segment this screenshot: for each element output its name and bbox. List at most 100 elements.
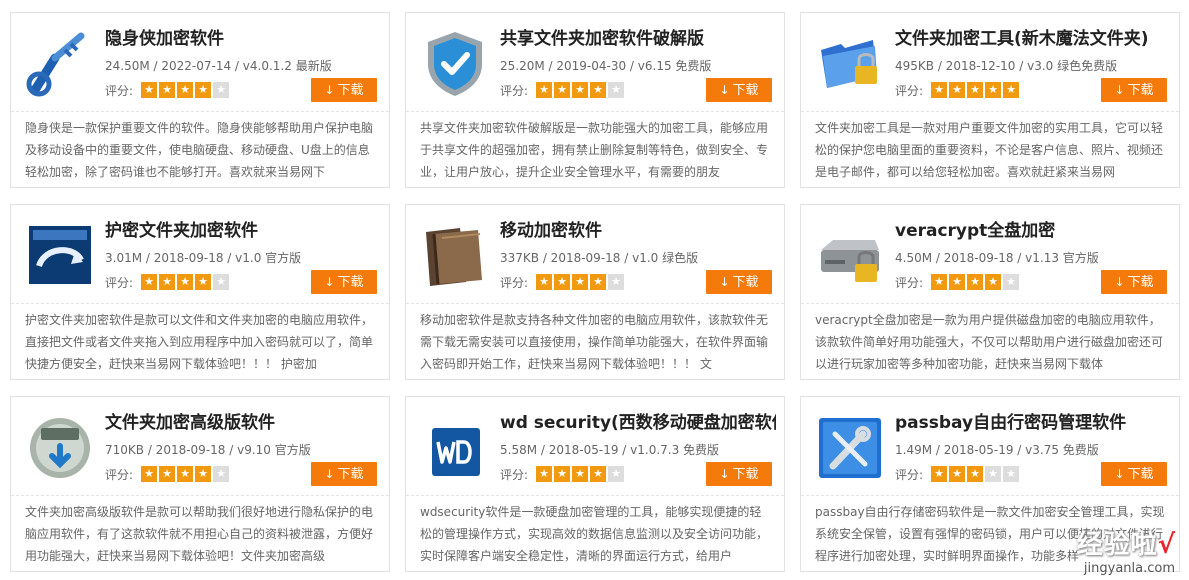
rating-stars: ★ ★ ★ ★ ★ [931, 274, 1019, 290]
divider [406, 303, 784, 304]
download-arrow-icon: ↓ [719, 467, 730, 481]
star-icon: ★ [536, 82, 552, 98]
star-icon: ★ [590, 82, 606, 98]
download-button[interactable]: ↓ 下载 [1101, 78, 1167, 102]
software-card[interactable]: 隐身侠加密软件 24.50M / 2022-07-14 / v4.0.1.2 最… [10, 12, 390, 188]
star-icon: ★ [141, 274, 157, 290]
software-description: 护密文件夹加密软件是款可以文件和文件夹加密的电脑应用软件，直接把文件或者文件夹拖… [25, 313, 374, 371]
software-card[interactable]: 文件夹加密高级版软件 710KB / 2018-09-18 / v9.10 官方… [10, 396, 390, 572]
star-icon: ★ [1003, 274, 1019, 290]
software-title[interactable]: wd security(西数移动硬盘加密软件) [500, 412, 776, 434]
software-title[interactable]: 移动加密软件 [500, 220, 776, 242]
star-icon: ★ [195, 82, 211, 98]
software-card[interactable]: veracrypt全盘加密 4.50M / 2018-09-18 / v1.13… [800, 204, 1180, 380]
software-meta: 495KB / 2018-12-10 / v3.0 绿色免费版 [895, 59, 1118, 73]
star-icon: ★ [141, 466, 157, 482]
rating-stars: ★ ★ ★ ★ ★ [536, 466, 624, 482]
star-icon: ★ [608, 466, 624, 482]
star-icon: ★ [590, 466, 606, 482]
software-description: 文件夹加密工具是一款对用户重要文件加密的实用工具，它可以轻松的保护您电脑里面的重… [815, 121, 1164, 179]
software-title[interactable]: 文件夹加密工具(新木魔法文件夹) [895, 28, 1171, 50]
star-icon: ★ [967, 466, 983, 482]
star-icon: ★ [572, 82, 588, 98]
download-button[interactable]: ↓ 下载 [706, 78, 772, 102]
star-icon: ★ [931, 466, 947, 482]
star-icon: ★ [177, 82, 193, 98]
rating-stars: ★ ★ ★ ★ ★ [536, 274, 624, 290]
software-meta: 337KB / 2018-09-18 / v1.0 绿色版 [500, 251, 699, 265]
software-card[interactable]: passbay自由行密码管理软件 1.49M / 2018-05-19 / v3… [800, 396, 1180, 572]
software-card[interactable]: 文件夹加密工具(新木魔法文件夹) 495KB / 2018-12-10 / v3… [800, 12, 1180, 188]
rating-label: 评分: [895, 276, 924, 290]
software-card[interactable]: 共享文件夹加密软件破解版 25.20M / 2019-04-30 / v6.15… [405, 12, 785, 188]
software-description: 隐身侠是一款保护重要文件的软件。隐身侠能够帮助用户保护电脑及移动设备中的重要文件… [25, 121, 374, 179]
software-title[interactable]: 护密文件夹加密软件 [105, 220, 381, 242]
wd-logo-icon[interactable] [420, 412, 490, 482]
star-icon: ★ [967, 82, 983, 98]
software-card[interactable]: 移动加密软件 337KB / 2018-09-18 / v1.0 绿色版 评分:… [405, 204, 785, 380]
star-icon: ★ [554, 82, 570, 98]
software-title[interactable]: 隐身侠加密软件 [105, 28, 381, 50]
star-icon: ★ [967, 274, 983, 290]
download-arrow-icon: ↓ [719, 275, 730, 289]
download-arrow-icon: ↓ [1114, 467, 1125, 481]
software-meta: 710KB / 2018-09-18 / v9.10 官方版 [105, 443, 311, 457]
folder-lock-icon[interactable] [815, 28, 885, 98]
software-description: wdsecurity软件是一款硬盘加密管理的工具，能够实现便捷的轻松的管理操作方… [420, 505, 769, 563]
star-icon: ★ [195, 466, 211, 482]
star-icon: ★ [590, 274, 606, 290]
download-button[interactable]: ↓ 下载 [311, 78, 377, 102]
download-arrow-icon: ↓ [1114, 275, 1125, 289]
window-arrow-icon[interactable] [25, 220, 95, 290]
software-description: veracrypt全盘加密是一款为用户提供磁盘加密的电脑应用软件，该款软件简单好… [815, 313, 1164, 371]
star-icon: ★ [1003, 82, 1019, 98]
software-title[interactable]: passbay自由行密码管理软件 [895, 412, 1171, 434]
download-arrow-icon: ↓ [324, 275, 335, 289]
rating-label: 评分: [105, 84, 134, 98]
star-icon: ★ [213, 274, 229, 290]
shield-check-icon[interactable] [420, 28, 490, 98]
download-button[interactable]: ↓ 下载 [706, 270, 772, 294]
software-card[interactable]: wd security(西数移动硬盘加密软件) 5.58M / 2018-05-… [405, 396, 785, 572]
software-card[interactable]: 护密文件夹加密软件 3.01M / 2018-09-18 / v1.0 官方版 … [10, 204, 390, 380]
rating-label: 评分: [500, 468, 529, 482]
software-description: 移动加密软件是款支持各种文件加密的电脑应用软件，该款软件无需下载无需安装可以直接… [420, 313, 769, 371]
star-icon: ★ [985, 82, 1001, 98]
rating-stars: ★ ★ ★ ★ ★ [931, 466, 1019, 482]
star-icon: ★ [608, 82, 624, 98]
download-arrow-icon: ↓ [1114, 83, 1125, 97]
download-button[interactable]: ↓ 下载 [706, 462, 772, 486]
software-description: passbay自由行存储密码软件是一款文件加密安全管理工具，实现系统安全保管，设… [815, 505, 1165, 563]
divider [801, 303, 1179, 304]
rating-label: 评分: [105, 468, 134, 482]
tools-box-icon[interactable] [815, 412, 885, 482]
blue-key-icon[interactable] [25, 28, 95, 98]
software-title[interactable]: 文件夹加密高级版软件 [105, 412, 381, 434]
download-button[interactable]: ↓ 下载 [1101, 462, 1167, 486]
star-icon: ★ [985, 466, 1001, 482]
star-icon: ★ [536, 274, 552, 290]
star-icon: ★ [931, 274, 947, 290]
software-meta: 25.20M / 2019-04-30 / v6.15 免费版 [500, 59, 712, 73]
brown-folder-icon[interactable] [420, 220, 490, 290]
download-button[interactable]: ↓ 下载 [311, 270, 377, 294]
rating-label: 评分: [895, 84, 924, 98]
software-title[interactable]: 共享文件夹加密软件破解版 [500, 28, 776, 50]
star-icon: ★ [195, 274, 211, 290]
globe-download-icon[interactable] [25, 412, 95, 482]
star-icon: ★ [1003, 466, 1019, 482]
rating-label: 评分: [895, 468, 924, 482]
software-meta: 1.49M / 2018-05-19 / v3.75 免费版 [895, 443, 1099, 457]
download-arrow-icon: ↓ [719, 83, 730, 97]
star-icon: ★ [159, 274, 175, 290]
star-icon: ★ [554, 274, 570, 290]
software-title[interactable]: veracrypt全盘加密 [895, 220, 1171, 242]
download-button[interactable]: ↓ 下载 [311, 462, 377, 486]
divider [801, 495, 1179, 496]
disk-lock-icon[interactable] [815, 220, 885, 290]
download-arrow-icon: ↓ [324, 467, 335, 481]
rating-label: 评分: [105, 276, 134, 290]
star-icon: ★ [949, 82, 965, 98]
rating-stars: ★ ★ ★ ★ ★ [141, 274, 229, 290]
download-button[interactable]: ↓ 下载 [1101, 270, 1167, 294]
